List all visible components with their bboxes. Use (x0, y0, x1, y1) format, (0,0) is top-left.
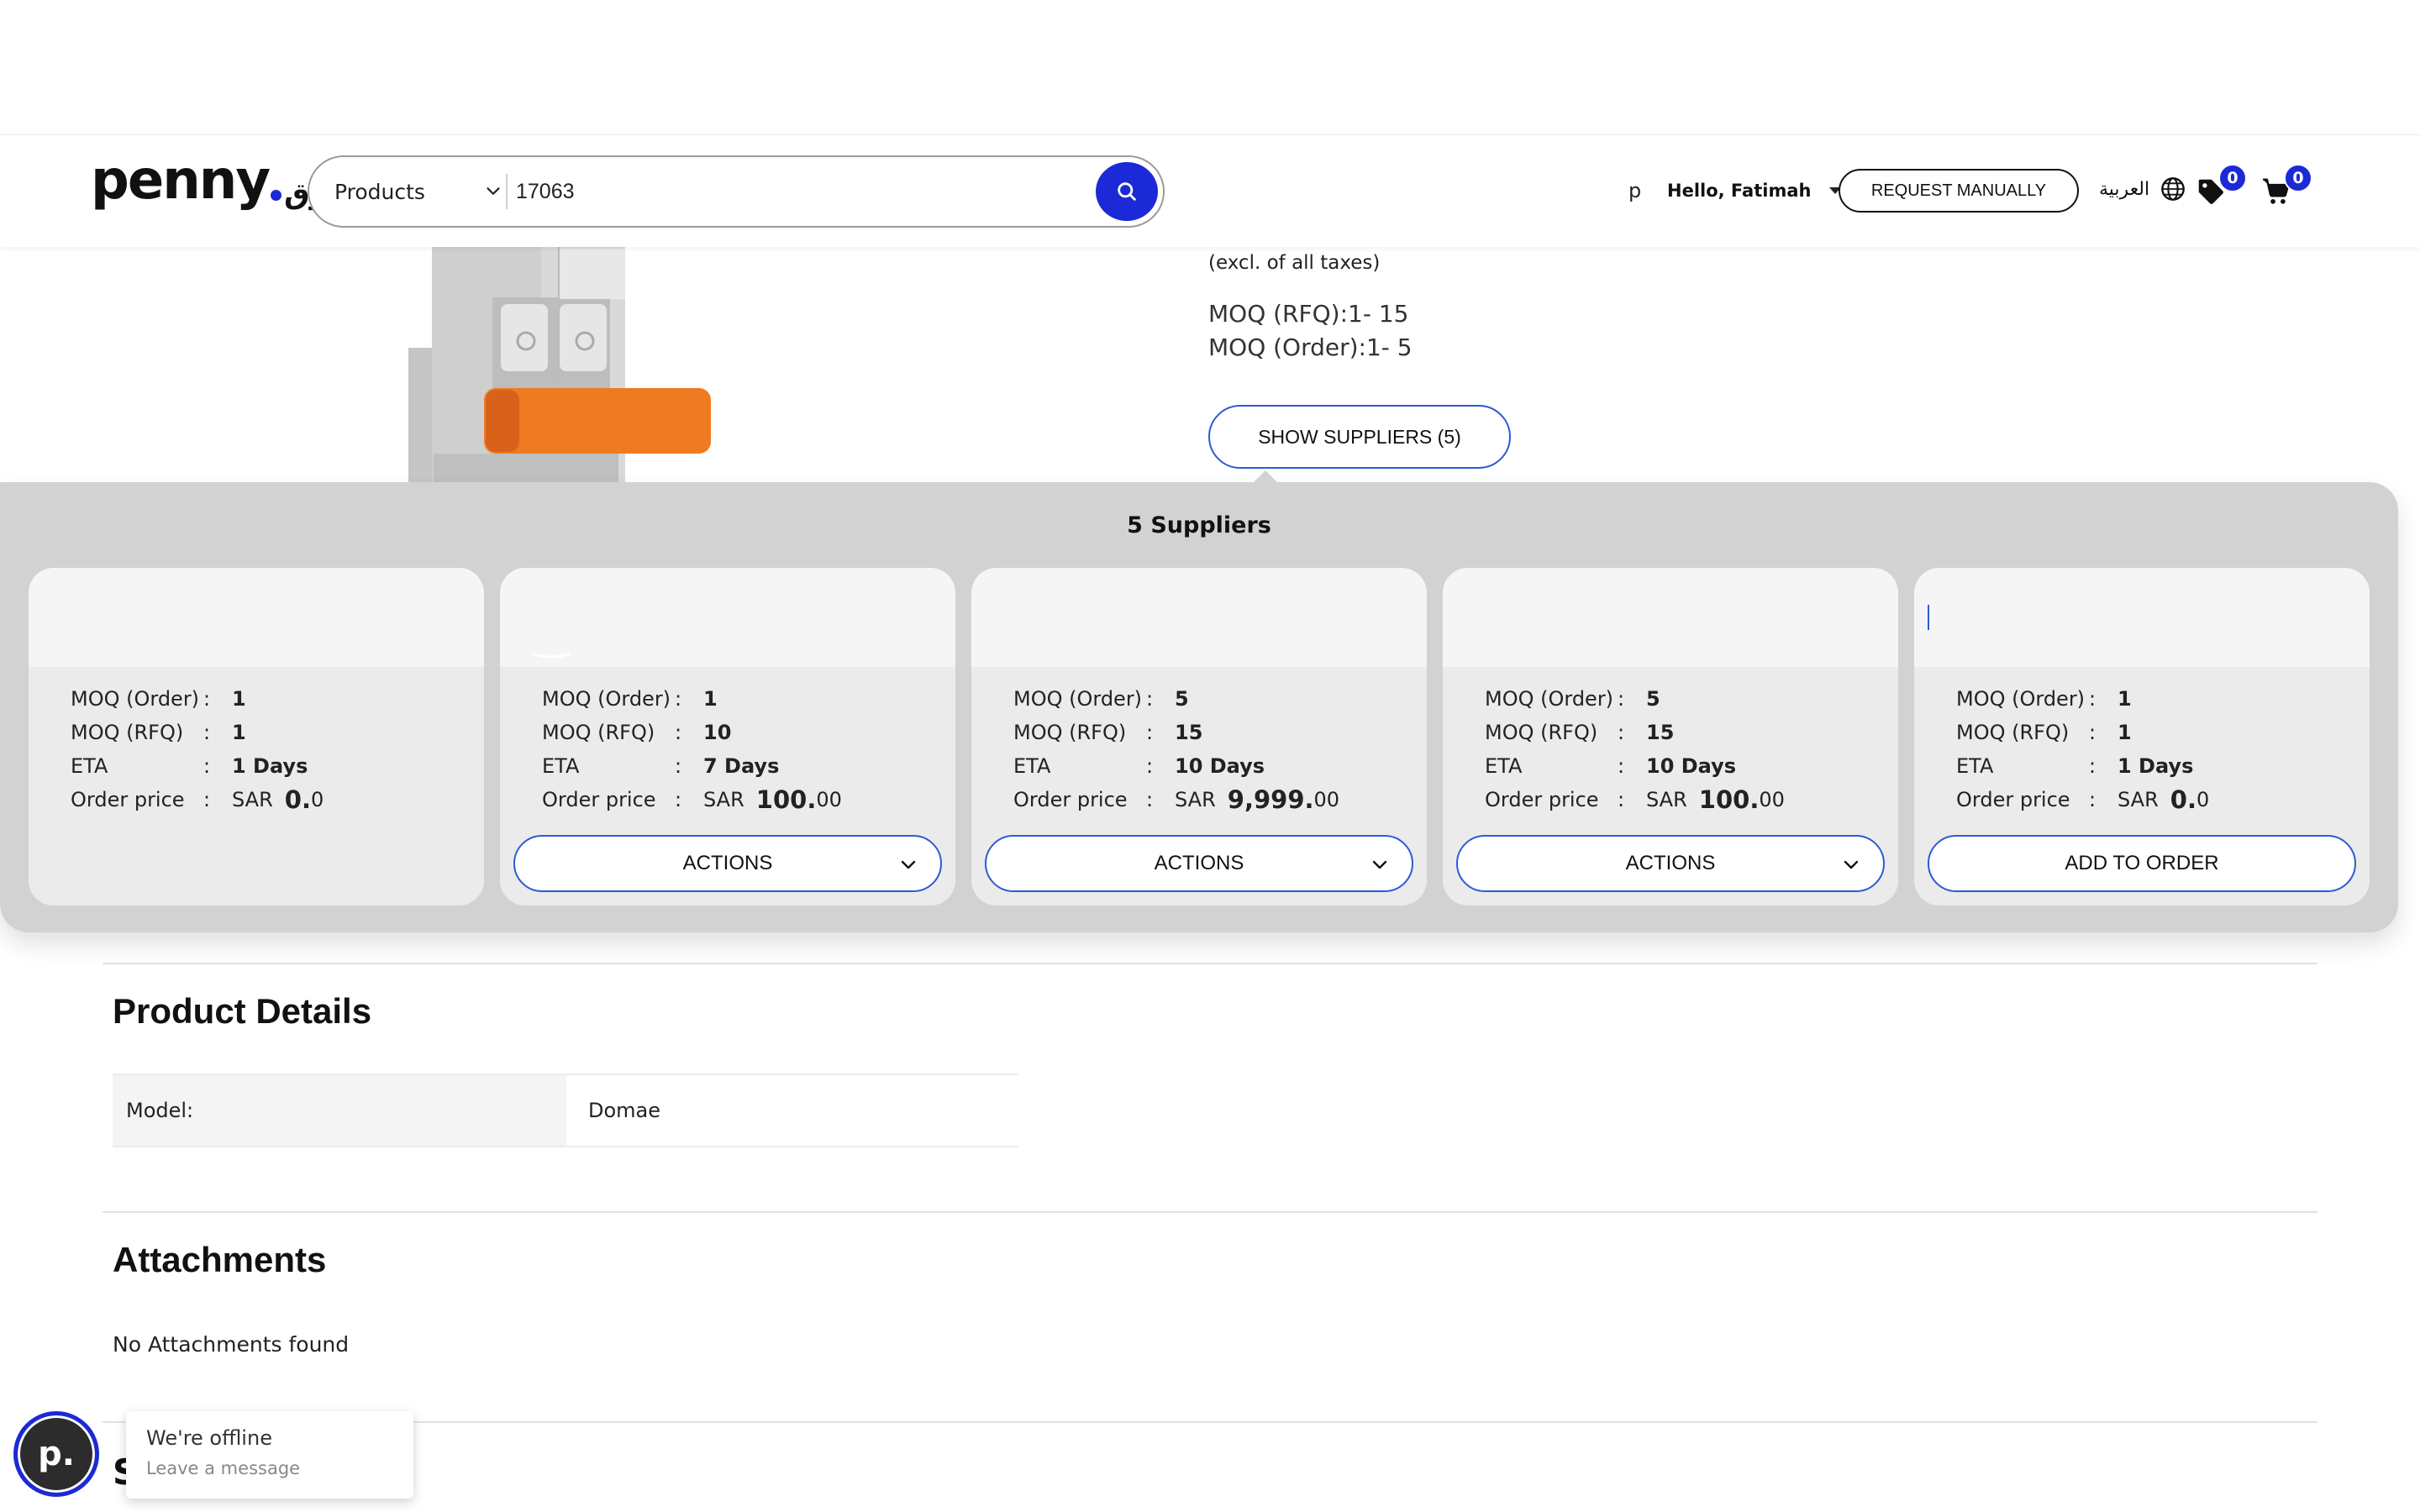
chevron-down-icon (901, 860, 916, 869)
search-bar: Products (308, 155, 1165, 228)
moq-order-row: MOQ (Order):1 (1956, 687, 2132, 711)
chat-avatar-letter: p. (38, 1435, 75, 1473)
section-divider (103, 1211, 2317, 1213)
eta-row: ETA:7 Days (542, 754, 780, 778)
actions-dropdown-button[interactable]: ACTIONS (1456, 835, 1885, 892)
search-category-label: Products (334, 179, 425, 204)
supplier-card: MOQ (Order):5 MOQ (RFQ):15 ETA:10 Days O… (971, 568, 1427, 906)
product-details-title: Product Details (113, 991, 372, 1031)
search-input[interactable] (516, 167, 953, 216)
supplier-logo-area (29, 568, 484, 667)
wishlist-button[interactable]: 0 (2195, 164, 2247, 226)
moq-rfq-row: MOQ (RFQ):15 (1013, 721, 1203, 744)
supplier-logo-fragment (531, 652, 571, 659)
chevron-down-icon (1844, 860, 1859, 869)
search-button[interactable] (1096, 162, 1158, 221)
order-price-row: Order price: SAR 100. 00 (542, 785, 842, 814)
user-initial: p (1628, 179, 1642, 202)
text-cursor (1928, 605, 1929, 630)
suppliers-popover: 5 Suppliers MOQ (Order):1 MOQ (RFQ):1 ET… (0, 482, 2398, 932)
search-category-select[interactable]: Products (334, 157, 502, 226)
chat-leave-message: Leave a message (146, 1458, 301, 1478)
product-details-table: Model: Domae (113, 1074, 1018, 1147)
order-price-row: Order price: SAR 9,999. 00 (1013, 785, 1340, 814)
eta-row: ETA:10 Days (1013, 754, 1265, 778)
eta-row: ETA:1 Days (1956, 754, 2194, 778)
supplier-logo-area (500, 568, 955, 667)
moq-rfq-row: MOQ (RFQ):10 (542, 721, 732, 744)
moq-rfq-range: MOQ (RFQ):1- 15 (1208, 300, 1409, 328)
supplier-card: MOQ (Order):5 MOQ (RFQ):15 ETA:10 Days O… (1443, 568, 1898, 906)
user-greeting: Hello, Fatimah (1667, 181, 1812, 201)
product-image (408, 247, 820, 482)
globe-icon (2161, 177, 2185, 201)
chevron-down-icon (487, 187, 500, 195)
search-icon (1118, 182, 1136, 201)
suppliers-panel-title: 5 Suppliers (1127, 512, 1271, 538)
wishlist-count-badge: 0 (2218, 164, 2247, 192)
search-divider (506, 174, 508, 209)
logo-dot (271, 190, 282, 201)
attachments-empty-text: No Attachments found (113, 1332, 350, 1357)
actions-label: ACTIONS (682, 852, 773, 874)
tax-note: (excl. of all taxes) (1208, 252, 1381, 274)
moq-rfq-row: MOQ (RFQ):1 (1956, 721, 2132, 744)
chat-offline-box[interactable]: We're offline Leave a message (126, 1411, 413, 1499)
detail-value: Domae (588, 1099, 661, 1122)
add-to-order-button[interactable]: ADD TO ORDER (1928, 835, 2356, 892)
eta-row: ETA:1 Days (71, 754, 308, 778)
moq-order-row: MOQ (Order):1 (542, 687, 718, 711)
supplier-card: MOQ (Order):1 MOQ (RFQ):1 ETA:1 Days Ord… (29, 568, 484, 906)
product-pricing-meta: (excl. of all taxes) MOQ (RFQ):1- 15 MOQ… (1208, 252, 1413, 365)
logo-wordmark: penny (91, 150, 271, 212)
moq-order-range: MOQ (Order):1- 5 (1208, 333, 1413, 361)
actions-label: ACTIONS (1625, 852, 1716, 874)
language-switcher[interactable]: العربية (2099, 176, 2186, 202)
cart-button[interactable]: 0 (2260, 164, 2312, 226)
moq-order-row: MOQ (Order):1 (71, 687, 246, 711)
supplier-logo-area (1443, 568, 1898, 667)
section-divider (103, 1421, 2317, 1423)
order-price-row: Order price: SAR 0. 0 (71, 785, 324, 814)
user-menu[interactable]: Hello, Fatimah (1667, 181, 1842, 201)
top-navigation-bar: penny سوق Products p Hello, Fatimah REQU… (0, 134, 2420, 247)
section-divider (103, 963, 2317, 964)
supplier-logo-area (1914, 568, 2370, 667)
language-label: العربية (2099, 178, 2150, 200)
moq-rfq-row: MOQ (RFQ):1 (71, 721, 246, 744)
popover-pointer (1252, 470, 1279, 484)
show-suppliers-button[interactable]: SHOW SUPPLIERS (5) (1208, 405, 1511, 469)
chat-status: We're offline (146, 1426, 272, 1450)
moq-rfq-row: MOQ (RFQ):15 (1485, 721, 1675, 744)
order-price-row: Order price: SAR 100. 00 (1485, 785, 1785, 814)
supplier-card: MOQ (Order):1 MOQ (RFQ):10 ETA:7 Days Or… (500, 568, 955, 906)
chat-launcher-avatar[interactable]: p. (13, 1411, 99, 1497)
request-manually-button[interactable]: REQUEST MANUALLY (1839, 169, 2079, 213)
detail-label: Model: (113, 1075, 566, 1146)
moq-order-row: MOQ (Order):5 (1013, 687, 1189, 711)
eta-row: ETA:10 Days (1485, 754, 1737, 778)
supplier-logo-area (971, 568, 1427, 667)
cart-count-badge: 0 (2284, 164, 2312, 192)
actions-dropdown-button[interactable]: ACTIONS (513, 835, 942, 892)
attachments-title: Attachments (113, 1240, 327, 1279)
moq-order-row: MOQ (Order):5 (1485, 687, 1660, 711)
order-price-row: Order price: SAR 0. 0 (1956, 785, 2210, 814)
chevron-down-icon (1372, 860, 1387, 869)
supplier-card: MOQ (Order):1 MOQ (RFQ):1 ETA:1 Days Ord… (1914, 568, 2370, 906)
actions-dropdown-button[interactable]: ACTIONS (985, 835, 1413, 892)
actions-label: ACTIONS (1154, 852, 1244, 874)
